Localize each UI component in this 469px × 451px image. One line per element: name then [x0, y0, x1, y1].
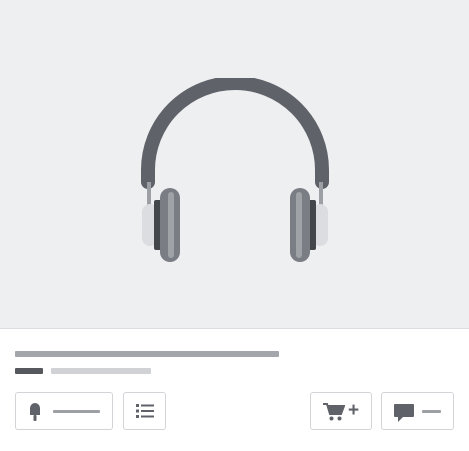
list-button[interactable]	[123, 392, 166, 430]
comment-button[interactable]	[381, 392, 454, 430]
like-button[interactable]	[15, 392, 113, 430]
add-badge: +	[348, 400, 360, 421]
product-meta-placeholder-long	[51, 368, 151, 374]
comment-label	[422, 410, 441, 413]
add-to-cart-button[interactable]: +	[310, 392, 372, 430]
popsicle-icon	[30, 403, 40, 421]
product-meta-placeholder-short	[15, 368, 43, 374]
like-label	[53, 410, 100, 413]
product-image-area	[0, 0, 469, 329]
headphones-icon	[141, 78, 329, 262]
list-icon	[136, 404, 154, 418]
cart-icon	[323, 403, 345, 421]
product-title-placeholder	[15, 351, 279, 357]
comment-icon	[394, 404, 414, 422]
